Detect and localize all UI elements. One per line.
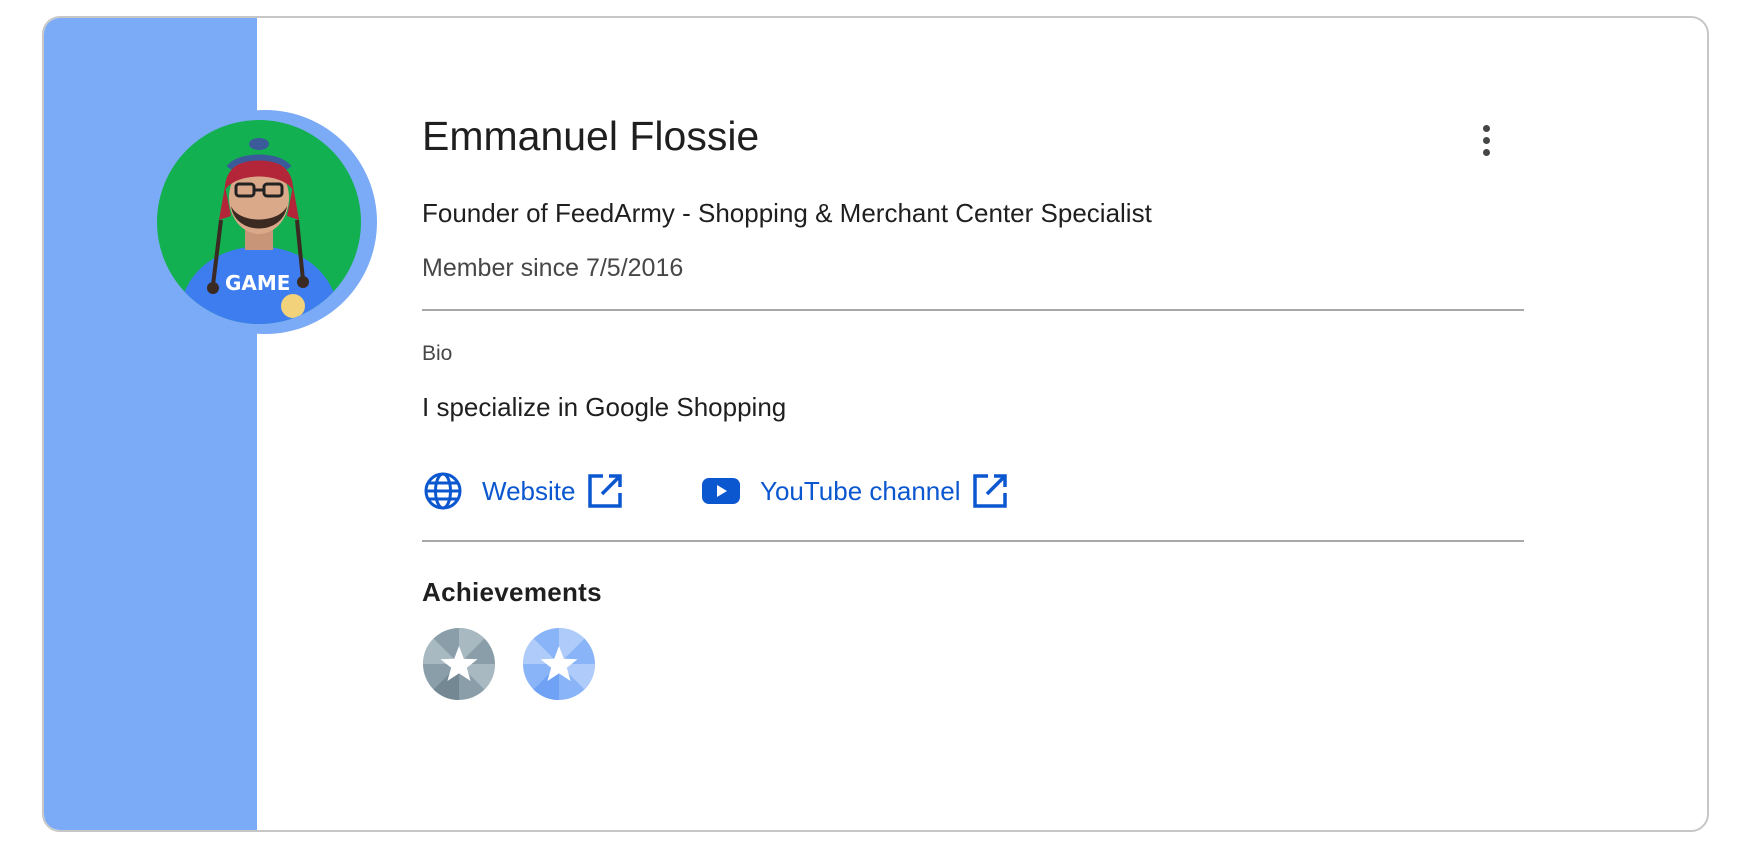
- youtube-icon: [700, 470, 742, 512]
- avatar: GAME: [157, 120, 361, 324]
- youtube-channel-link-label: YouTube channel: [760, 475, 961, 506]
- open-in-new-icon: [587, 473, 623, 509]
- divider: [422, 540, 1524, 542]
- youtube-channel-link[interactable]: YouTube channel: [700, 470, 1008, 512]
- achievements-heading: Achievements: [422, 577, 602, 607]
- website-link[interactable]: Website: [422, 470, 623, 512]
- achievement-badge-blue[interactable]: [522, 627, 596, 701]
- achievement-badge-silver[interactable]: [422, 627, 496, 701]
- svg-text:GAME: GAME: [225, 271, 290, 295]
- open-in-new-icon: [972, 473, 1008, 509]
- profile-card: GAME Emmanuel Flossie Founder of FeedArm…: [42, 16, 1709, 832]
- member-since: Member since 7/5/2016: [422, 254, 684, 282]
- website-link-label: Website: [482, 475, 576, 506]
- globe-icon: [422, 470, 464, 512]
- profile-title: Founder of FeedArmy - Shopping & Merchan…: [422, 198, 1152, 228]
- star-badge-icon: [522, 627, 596, 701]
- bio-text: I specialize in Google Shopping: [422, 392, 787, 422]
- more-options-button[interactable]: [1468, 118, 1504, 162]
- divider: [422, 309, 1524, 311]
- profile-name: Emmanuel Flossie: [422, 113, 760, 159]
- more-vert-icon: [1482, 124, 1490, 132]
- star-badge-icon: [422, 627, 496, 701]
- bio-label: Bio: [422, 342, 453, 365]
